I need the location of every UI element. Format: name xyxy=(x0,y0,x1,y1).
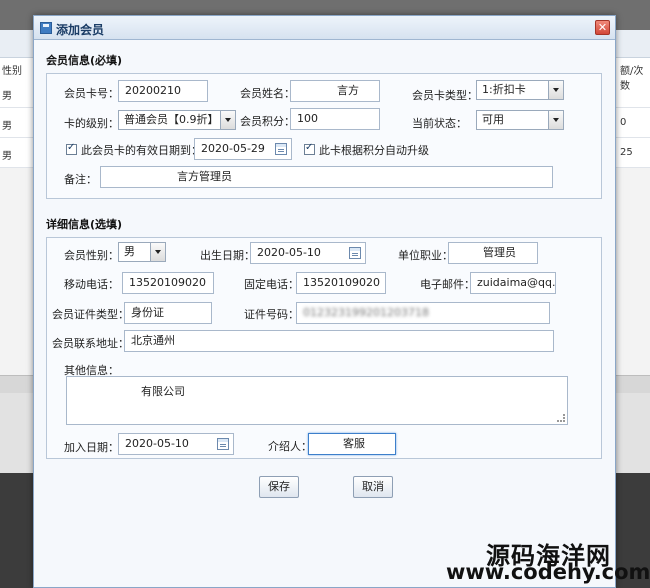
referrer-input[interactable]: 客服 xyxy=(308,433,396,455)
job-label: 单位职业： xyxy=(398,249,453,262)
id-no-label: 证件号码： xyxy=(244,308,299,321)
phone-input[interactable]: 13520109020 xyxy=(296,272,386,294)
gender-label: 会员性别： xyxy=(64,249,119,262)
watermark-url: www.codehy.com xyxy=(446,560,650,584)
points-label: 会员积分： xyxy=(240,115,295,128)
status-label: 当前状态： xyxy=(412,117,467,130)
join-date-label: 加入日期： xyxy=(64,441,119,454)
card-level-select[interactable]: 普通会员【0.9折】 xyxy=(118,110,236,130)
points-input[interactable]: 100 xyxy=(290,108,380,130)
auto-upgrade-checkbox[interactable] xyxy=(304,142,315,155)
card-no-input[interactable]: 20200210 xyxy=(118,80,208,102)
id-type-label: 会员证件类型： xyxy=(52,308,129,321)
close-icon[interactable]: ✕ xyxy=(595,20,610,35)
grid-header-gender: 性别 xyxy=(2,66,22,77)
id-type-input[interactable]: 身份证 xyxy=(124,302,212,324)
remark-label: 备注： xyxy=(64,173,97,186)
birthday-label: 出生日期： xyxy=(200,249,255,262)
card-type-select[interactable]: 1:折扣卡 xyxy=(476,80,564,100)
card-no-label: 会员卡号： xyxy=(64,87,119,100)
expire-date-label: 此会员卡的有效日期到： xyxy=(81,144,202,157)
chevron-down-icon xyxy=(220,111,235,129)
join-date-input[interactable]: 2020-05-10 xyxy=(118,433,234,455)
chevron-down-icon xyxy=(548,81,563,99)
expire-date-input[interactable]: 2020-05-29 xyxy=(194,138,292,160)
calendar-icon[interactable] xyxy=(217,438,229,450)
phone-label: 固定电话： xyxy=(244,278,299,291)
detail-info-section-title: 详细信息(选填) xyxy=(46,218,123,231)
referrer-label: 介绍人： xyxy=(268,440,312,453)
chevron-down-icon xyxy=(150,243,165,261)
member-name-input[interactable]: 言方 xyxy=(290,80,380,102)
cancel-button[interactable]: 取消 xyxy=(353,476,393,498)
dialog-titlebar[interactable]: 添加会员 ✕ xyxy=(34,16,615,40)
expire-date-checkbox[interactable] xyxy=(66,142,77,155)
remark-input[interactable]: 言方管理员 xyxy=(100,166,553,188)
auto-upgrade-label: 此卡根据积分自动升级 xyxy=(319,144,429,157)
card-level-label: 卡的级别： xyxy=(64,117,119,130)
calendar-icon[interactable] xyxy=(349,247,361,259)
resize-handle-icon[interactable] xyxy=(557,414,565,422)
address-label: 会员联系地址： xyxy=(52,337,129,350)
id-no-input[interactable]: 012323199201203718 xyxy=(296,302,550,324)
mobile-label: 移动电话： xyxy=(64,278,119,291)
save-button[interactable]: 保存 xyxy=(259,476,299,498)
dialog-title: 添加会员 xyxy=(56,23,105,37)
dialog-body: 会员信息(必填) 会员卡号： 20200210 会员姓名： 言方 会员卡类型： … xyxy=(34,40,615,587)
address-input[interactable]: 北京通州 xyxy=(124,330,554,352)
other-info-textarea[interactable]: 有限公司 xyxy=(66,376,568,425)
status-select[interactable]: 可用 xyxy=(476,110,564,130)
email-input[interactable]: zuidaima@qq.c xyxy=(470,272,556,294)
member-name-label: 会员姓名： xyxy=(240,87,295,100)
card-type-label: 会员卡类型： xyxy=(412,89,478,102)
gender-select[interactable]: 男 xyxy=(118,242,166,262)
mobile-input[interactable]: 13520109020 xyxy=(122,272,214,294)
calendar-icon[interactable] xyxy=(275,143,287,155)
job-input[interactable]: 管理员 xyxy=(448,242,538,264)
member-info-section-title: 会员信息(必填) xyxy=(46,54,123,67)
window-icon xyxy=(40,22,52,34)
email-label: 电子邮件： xyxy=(420,278,475,291)
birthday-input[interactable]: 2020-05-10 xyxy=(250,242,366,264)
add-member-dialog: 添加会员 ✕ 会员信息(必填) 会员卡号： 20200210 会员姓名： 言方 … xyxy=(33,15,616,588)
chevron-down-icon xyxy=(548,111,563,129)
